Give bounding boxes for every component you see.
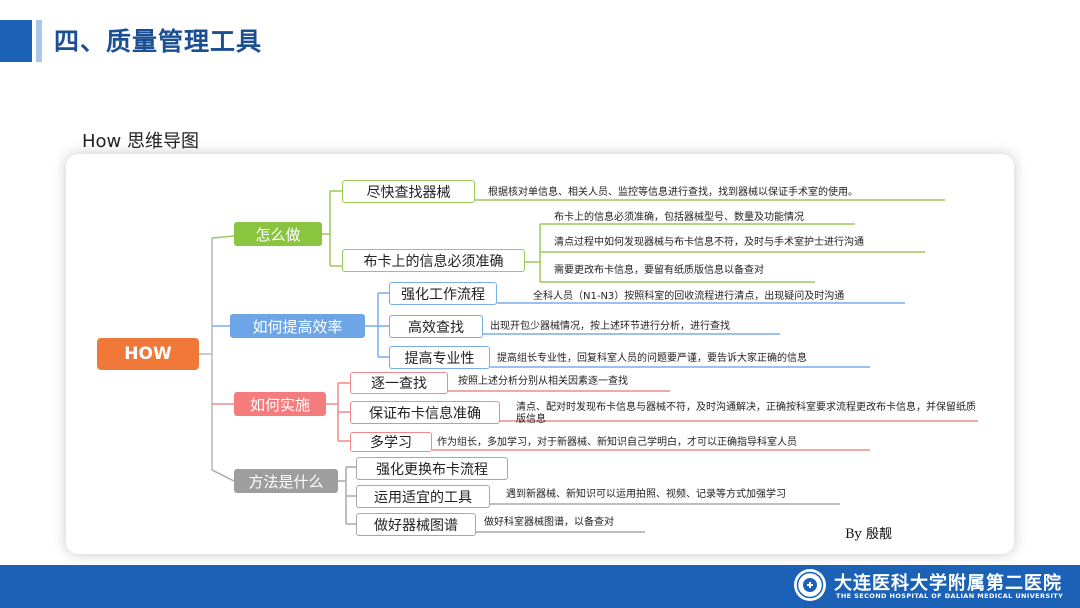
node-efficient-search[interactable]: 高效查找 (389, 315, 483, 338)
note-instrument-atlas: 做好科室器械图谱，以备查对 (484, 517, 614, 528)
note-strengthen-workflow: 全科人员（N1-N3）按照科室的回收流程进行清点，出现疑问及时沟通 (533, 291, 845, 302)
note-card-info-2: 清点过程中如何发现器械与布卡信息不符，及时与手术室护士进行沟通 (554, 237, 864, 248)
branch-how-to-implement[interactable]: 如何实施 (234, 392, 326, 416)
node-find-instruments[interactable]: 尽快查找器械 (342, 180, 475, 203)
note-use-proper-tools: 遇到新器械、新知识可以运用拍照、视频、记录等方式加强学习 (506, 489, 786, 500)
branch-improve-efficiency[interactable]: 如何提高效率 (230, 314, 365, 338)
author-byline: By 殷靓 (845, 527, 893, 542)
node-ensure-card-accurate[interactable]: 保证布卡信息准确 (350, 401, 500, 424)
node-strengthen-workflow[interactable]: 强化工作流程 (389, 282, 497, 305)
node-instrument-atlas[interactable]: 做好器械图谱 (356, 513, 476, 536)
note-improve-professionalism: 提高组长专业性，回复科室人员的问题要严谨，要告诉大家正确的信息 (497, 353, 807, 364)
node-learn-more[interactable]: 多学习 (350, 432, 432, 452)
branch-what-method[interactable]: 方法是什么 (234, 469, 338, 493)
hospital-name-en: THE SECOND HOSPITAL OF DALIAN MEDICAL UN… (836, 592, 1064, 600)
note-card-info-3: 需要更改布卡信息，要留有纸质版信息以备查对 (554, 265, 764, 276)
note-efficient-search: 出现开包少器械情况，按上述环节进行分析，进行查找 (490, 321, 730, 332)
mindmap-root-how[interactable]: HOW (97, 338, 199, 370)
branch-how-to-do[interactable]: 怎么做 (234, 222, 322, 246)
note-ensure-card-accurate: 清点、配对时发现布卡信息与器械不符，及时沟通解决，正确按科室要求流程更改布卡信息… (516, 402, 976, 425)
note-learn-more: 作为组长，多加学习，对于新器械、新知识自己学明白，才可以正确指导科室人员 (437, 437, 797, 448)
node-card-info-accurate[interactable]: 布卡上的信息必须准确 (342, 249, 525, 272)
note-find-instruments: 根据核对单信息、相关人员、监控等信息进行查找，找到器械以保证手术室的使用。 (488, 187, 858, 198)
node-strengthen-card-process[interactable]: 强化更换布卡流程 (356, 457, 508, 480)
node-search-one-by-one[interactable]: 逐一查找 (350, 372, 448, 394)
note-card-info-1: 布卡上的信息必须准确，包括器械型号、数量及功能情况 (554, 212, 804, 223)
node-use-proper-tools[interactable]: 运用适宜的工具 (356, 485, 490, 508)
note-search-one-by-one: 按照上述分析分别从相关因素逐一查找 (458, 376, 628, 387)
hospital-seal-icon (793, 568, 827, 602)
node-improve-professionalism[interactable]: 提高专业性 (389, 346, 490, 369)
